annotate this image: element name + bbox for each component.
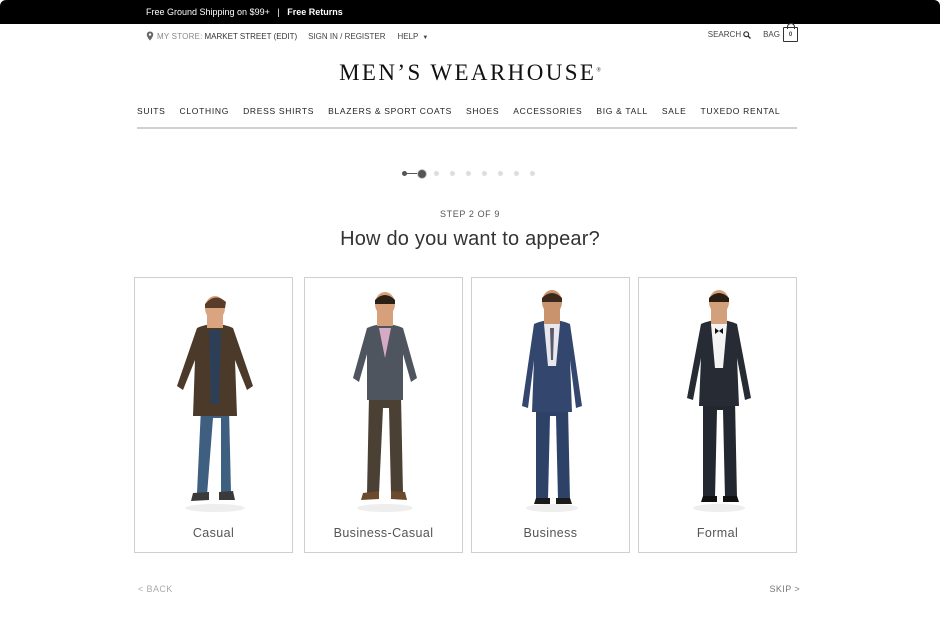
option-label-business: Business: [523, 526, 578, 540]
promo-shipping-text[interactable]: Free Ground Shipping on $99+: [146, 7, 270, 17]
shopping-bag-icon: 0: [783, 23, 798, 42]
nav-item-shoes[interactable]: SHOES: [466, 104, 499, 127]
progress-dot-7: [498, 171, 503, 176]
progress-dot-3: [434, 171, 439, 176]
logo-text: MEN’S WEARHOUSE: [339, 60, 597, 85]
promo-bar: Free Ground Shipping on $99+ | Free Retu…: [0, 0, 940, 24]
search-label: SEARCH: [707, 30, 742, 39]
store-name-link[interactable]: MARKET STREET (EDIT): [205, 32, 298, 41]
location-pin-icon: [146, 31, 154, 41]
search-icon: [743, 30, 752, 39]
option-card-formal[interactable]: Formal: [638, 277, 797, 553]
promo-separator: |: [277, 7, 280, 17]
utility-bar: MY STORE: MARKET STREET (EDIT) SIGN IN /…: [146, 23, 798, 46]
bag-label: BAG: [763, 30, 780, 39]
option-card-business-casual[interactable]: Business-Casual: [304, 277, 463, 553]
nav-item-dress-shirts[interactable]: DRESS SHIRTS: [243, 104, 314, 127]
progress-dot-4: [450, 171, 455, 176]
nav-item-clothing[interactable]: CLOTHING: [180, 104, 230, 127]
option-label-formal: Formal: [696, 526, 739, 540]
caret-down-icon: ▼: [422, 34, 429, 41]
nav-item-accessories[interactable]: ACCESSORIES: [513, 104, 582, 127]
site-logo[interactable]: MEN’S WEARHOUSE®: [0, 60, 940, 86]
option-card-casual[interactable]: Casual: [134, 277, 293, 553]
nav-item-big-tall[interactable]: BIG & TALL: [596, 104, 648, 127]
page-question: How do you want to appear?: [340, 228, 600, 250]
nav-item-suits[interactable]: SUITS: [137, 104, 166, 127]
my-store-label: MY STORE:: [157, 31, 203, 41]
main-navigation: SUITS CLOTHING DRESS SHIRTS BLAZERS & SP…: [137, 104, 797, 129]
help-label: HELP: [397, 31, 419, 41]
back-button[interactable]: < BACK: [138, 584, 173, 594]
casual-outfit-image: [177, 296, 253, 512]
sign-in-register-link[interactable]: SIGN IN / REGISTER: [308, 32, 385, 41]
progress-dot-1: [402, 171, 407, 176]
progress-dot-9: [530, 171, 535, 176]
progress-dot-6: [482, 171, 487, 176]
option-label-casual: Casual: [192, 526, 235, 540]
formal-outfit-image: [687, 290, 751, 512]
nav-item-blazers-sport-coats[interactable]: BLAZERS & SPORT COATS: [328, 104, 452, 127]
progress-dot-8: [514, 171, 519, 176]
bag-button[interactable]: BAG 0: [763, 23, 798, 42]
help-menu[interactable]: HELP ▼: [397, 32, 428, 41]
option-label-business-casual: Business-Casual: [333, 526, 434, 540]
bag-count: 0: [788, 32, 793, 38]
option-card-business[interactable]: Business: [471, 277, 630, 553]
step-label: STEP 2 OF 9: [440, 209, 500, 219]
search-button[interactable]: SEARCH: [707, 30, 752, 39]
skip-button[interactable]: SKIP >: [769, 584, 800, 594]
business-outfit-image: [522, 290, 582, 512]
registered-mark: ®: [596, 67, 601, 74]
nav-item-tuxedo-rental[interactable]: TUXEDO RENTAL: [700, 104, 780, 127]
business-casual-outfit-image: [353, 292, 417, 512]
step-progress-indicator: [402, 168, 542, 178]
promo-returns-text[interactable]: Free Returns: [287, 7, 343, 17]
progress-dot-2: [418, 169, 426, 178]
progress-dot-5: [466, 171, 471, 176]
nav-item-sale[interactable]: SALE: [662, 104, 687, 127]
